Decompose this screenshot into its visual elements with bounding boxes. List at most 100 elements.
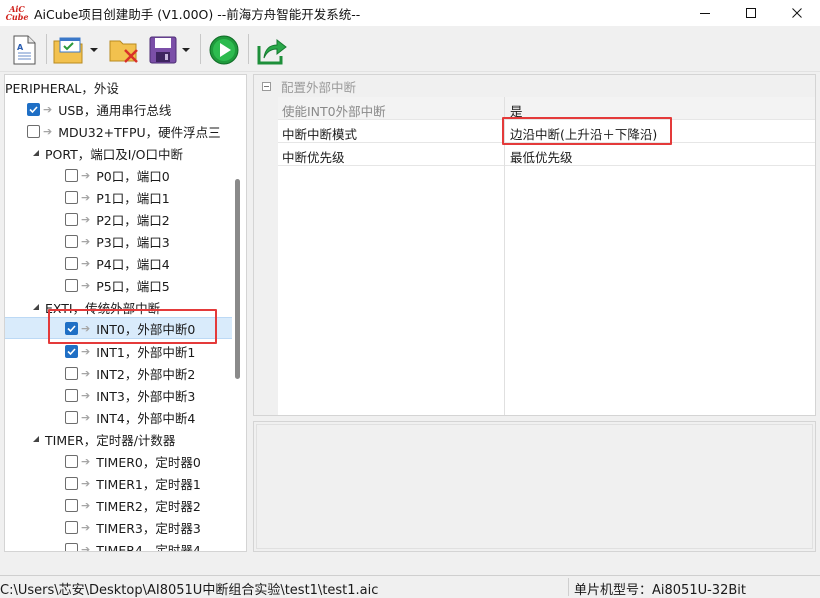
checkbox[interactable] <box>27 124 40 138</box>
arrow-right-icon: ➔ <box>81 366 91 380</box>
tree-root[interactable]: PERIPHERAL，外设 <box>5 76 232 98</box>
tree-item-label: INT4，外部中断4 <box>96 410 196 426</box>
toolbar-separator <box>46 34 47 64</box>
checkbox[interactable] <box>65 190 78 204</box>
title-bar: AiC Cube AiCube项目创建助手 (V1.00O) --前海方舟智能开… <box>0 0 820 26</box>
vertical-scrollbar[interactable] <box>235 179 240 379</box>
window-title: AiCube项目创建助手 (V1.00O) --前海方舟智能开发系统-- <box>34 6 361 22</box>
toolbar-separator <box>248 34 249 64</box>
delete-icon <box>109 40 138 63</box>
status-separator <box>568 578 569 596</box>
tree-group-timer[interactable]: TIMER，定时器/计数器 <box>31 428 246 450</box>
checkbox[interactable] <box>65 542 78 551</box>
arrow-right-icon: ➔ <box>81 542 91 552</box>
minimize-button[interactable] <box>682 0 728 26</box>
tree-item-label: TIMER，定时器/计数器 <box>45 432 176 448</box>
save-icon <box>149 36 177 64</box>
delete-button[interactable] <box>108 34 140 66</box>
collapse-icon[interactable] <box>262 81 271 91</box>
description-area <box>256 424 813 549</box>
tree-group-port[interactable]: PORT，端口及I/O口中断 <box>31 142 246 164</box>
arrow-right-icon: ➔ <box>43 102 53 116</box>
open-config-button[interactable] <box>52 34 98 66</box>
checkbox[interactable] <box>65 278 78 292</box>
checkbox[interactable] <box>65 498 78 512</box>
arrow-right-icon: ➔ <box>43 124 53 138</box>
close-icon <box>792 8 802 18</box>
arrow-right-icon: ➔ <box>81 388 91 402</box>
run-button[interactable] <box>208 34 240 66</box>
checkbox[interactable] <box>27 102 40 116</box>
checkbox[interactable] <box>65 388 78 402</box>
tree-item-timer0[interactable]: ➔ TIMER0，定时器0 <box>65 450 246 472</box>
tree-item-p5[interactable]: ➔ P5口，端口5 <box>65 274 246 296</box>
tree-item-usb[interactable]: ➔ USB，通用串行总线 <box>27 98 246 120</box>
checkbox[interactable] <box>65 476 78 490</box>
tree-item-p2[interactable]: ➔ P2口，端口2 <box>65 208 246 230</box>
tree-item-int2[interactable]: ➔ INT2，外部中断2 <box>65 362 246 384</box>
checkbox[interactable] <box>65 234 78 248</box>
property-gutter <box>254 97 278 415</box>
checkbox[interactable] <box>65 454 78 468</box>
tree-item-label: PERIPHERAL，外设 <box>5 80 119 96</box>
tree-item-timer4[interactable]: ➔ TIMER4，定时器4 <box>65 538 246 552</box>
arrow-right-icon: ➔ <box>81 190 91 204</box>
maximize-button[interactable] <box>728 0 774 26</box>
expand-icon[interactable] <box>31 434 41 444</box>
check-icon <box>29 105 38 113</box>
annotation-highlight <box>502 117 672 145</box>
property-name: 中断中断模式 <box>282 127 358 142</box>
property-row[interactable]: 中断优先级 最低优先级 <box>278 143 815 166</box>
checkbox[interactable] <box>65 366 78 380</box>
tree-item-p0[interactable]: ➔ P0口，端口0 <box>65 164 246 186</box>
tree-item-label: P4口，端口4 <box>96 256 170 272</box>
tree-item-label: PORT，端口及I/O口中断 <box>45 146 184 162</box>
tree-item-label: P3口，端口3 <box>96 234 170 250</box>
maximize-icon <box>746 8 756 18</box>
chevron-down-icon <box>90 48 98 52</box>
chip-model: 单片机型号：Ai8051U-32Bit <box>574 583 746 598</box>
tree-item-int3[interactable]: ➔ INT3，外部中断3 <box>65 384 246 406</box>
tree-item-p3[interactable]: ➔ P3口，端口3 <box>65 230 246 252</box>
arrow-right-icon: ➔ <box>81 410 91 424</box>
checkbox[interactable] <box>65 410 78 424</box>
arrow-right-icon: ➔ <box>81 498 91 512</box>
tree-item-label: TIMER4，定时器4 <box>96 542 201 552</box>
toolbar-separator <box>200 34 201 64</box>
new-document-icon: A <box>13 35 36 65</box>
svg-text:A: A <box>17 43 24 52</box>
export-icon <box>257 38 287 65</box>
save-button[interactable] <box>148 34 190 66</box>
tree-item-int4[interactable]: ➔ INT4，外部中断4 <box>65 406 246 428</box>
close-button[interactable] <box>774 0 820 26</box>
arrow-right-icon: ➔ <box>81 212 91 226</box>
checkbox[interactable] <box>65 256 78 270</box>
tree-item-p1[interactable]: ➔ P1口，端口1 <box>65 186 246 208</box>
checkbox[interactable] <box>65 520 78 534</box>
tree-item-timer2[interactable]: ➔ TIMER2，定时器2 <box>65 494 246 516</box>
tree-item-timer1[interactable]: ➔ TIMER1，定时器1 <box>65 472 246 494</box>
tree-item-label: TIMER2，定时器2 <box>96 498 201 514</box>
description-panel <box>253 421 816 552</box>
checkbox[interactable] <box>65 212 78 226</box>
tree-item-p4[interactable]: ➔ P4口，端口4 <box>65 252 246 274</box>
tree-item-label: TIMER1，定时器1 <box>96 476 201 492</box>
checkbox[interactable] <box>65 168 78 182</box>
property-category[interactable]: 配置外部中断 <box>254 75 815 97</box>
new-project-button[interactable]: A <box>10 34 38 66</box>
expand-icon[interactable] <box>31 148 41 158</box>
tree-item-mdu32[interactable]: ➔ MDU32+TFPU，硬件浮点三 <box>27 120 246 142</box>
annotation-highlight <box>48 309 217 344</box>
checkbox[interactable] <box>65 344 78 358</box>
tree-item-label: P1口，端口1 <box>96 190 170 206</box>
export-button[interactable] <box>256 34 288 66</box>
tree-item-label: MDU32+TFPU，硬件浮点三 <box>58 124 221 140</box>
project-path: C:\Users\芯安\Desktop\AI8051U中断组合实验\test1\… <box>0 583 379 598</box>
property-value[interactable]: 最低优先级 <box>510 147 573 166</box>
check-icon <box>67 347 76 355</box>
expand-icon[interactable] <box>31 302 41 312</box>
tree-item-timer3[interactable]: ➔ TIMER3，定时器3 <box>65 516 246 538</box>
window-controls <box>682 0 820 26</box>
tree-item-label: P2口，端口2 <box>96 212 170 228</box>
arrow-right-icon: ➔ <box>81 520 91 534</box>
